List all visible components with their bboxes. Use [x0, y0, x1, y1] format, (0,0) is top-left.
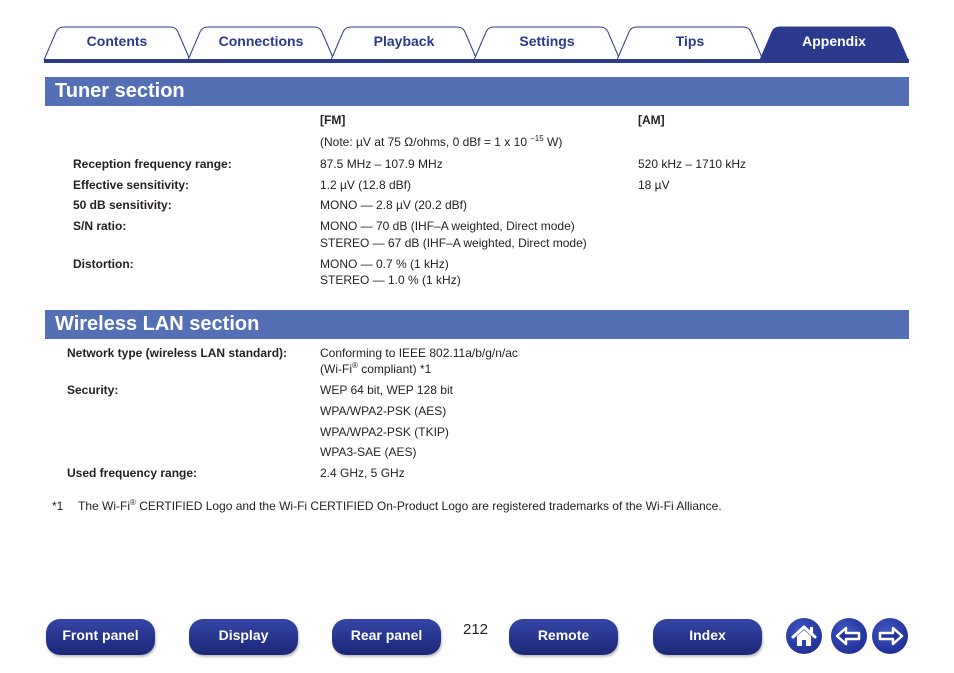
note-text: W) — [543, 135, 563, 149]
footnote-text-part: The Wi-Fi — [78, 499, 130, 513]
spec-value-fm: 87.5 MHz – 107.9 MHz — [320, 157, 443, 171]
rear-panel-button[interactable]: Rear panel — [332, 619, 441, 655]
forward-button[interactable] — [872, 618, 908, 654]
spec-value: WPA3-SAE (AES) — [320, 445, 417, 459]
spec-value-am: 18 µV — [638, 178, 670, 192]
spec-value-fm: STEREO — 67 dB (IHF–A weighted, Direct m… — [320, 236, 587, 250]
spec-label: S/N ratio: — [73, 219, 127, 233]
spec-value: 2.4 GHz, 5 GHz — [320, 466, 405, 480]
section-title: Tuner section — [55, 80, 185, 102]
spec-label: Reception frequency range: — [73, 157, 232, 171]
tab-label: Appendix — [802, 33, 866, 49]
fm-note: (Note: µV at 75 Ω/ohms, 0 dBf = 1 x 10 –… — [320, 134, 563, 150]
spec-value-fm: MONO — 70 dB (IHF–A weighted, Direct mod… — [320, 219, 575, 233]
spec-value-fm: MONO — 2.8 µV (20.2 dBf) — [320, 198, 467, 212]
wlan-section-header: Wireless LAN section — [45, 310, 909, 339]
spec-value: (Wi-Fi® compliant) *1 — [320, 362, 432, 377]
spec-value-fm: STEREO — 1.0 % (1 kHz) — [320, 273, 461, 287]
spec-value-fm: MONO — 0.7 % (1 kHz) — [320, 257, 449, 271]
tab-tips[interactable]: Tips — [616, 26, 764, 61]
section-title: Wireless LAN section — [55, 313, 260, 335]
home-button[interactable] — [786, 618, 822, 654]
tab-playback[interactable]: Playback — [330, 26, 478, 61]
spec-value: WPA/WPA2-PSK (TKIP) — [320, 425, 449, 439]
button-label: Index — [689, 627, 726, 643]
note-text: (Note: µV at 75 Ω/ohms, 0 dBf = 1 x 10 — [320, 135, 531, 149]
spec-label: Used frequency range: — [67, 466, 198, 480]
am-column-header: [AM] — [638, 113, 665, 127]
tab-label: Playback — [373, 33, 435, 49]
page-number: 212 — [463, 621, 489, 638]
tab-underline — [44, 59, 909, 63]
spec-label: 50 dB sensitivity: — [73, 198, 172, 212]
spec-value: WEP 64 bit, WEP 128 bit — [320, 383, 453, 397]
spec-label: Distortion: — [73, 257, 134, 271]
spec-label: Security: — [67, 383, 119, 397]
arrow-left-icon — [835, 626, 861, 646]
tuner-section-header: Tuner section — [45, 77, 909, 106]
spec-value-am: 520 kHz – 1710 kHz — [638, 157, 747, 171]
remote-button[interactable]: Remote — [509, 619, 618, 655]
display-button[interactable]: Display — [189, 619, 298, 655]
front-panel-button[interactable]: Front panel — [46, 619, 155, 655]
fm-column-header: [FM] — [320, 113, 346, 127]
tab-contents[interactable]: Contents — [43, 26, 191, 61]
footnote-ref: *1 — [419, 362, 432, 376]
spec-value: WPA/WPA2-PSK (AES) — [320, 404, 447, 418]
spec-value-fm: 1.2 µV (12.8 dBf) — [320, 178, 411, 192]
spec-label: Effective sensitivity: — [73, 178, 190, 192]
value-text: (Wi-Fi — [320, 362, 352, 376]
back-button[interactable] — [831, 618, 867, 654]
footnote-marker: *1 — [52, 499, 64, 513]
tab-label: Connections — [218, 33, 304, 49]
tab-connections[interactable]: Connections — [187, 26, 335, 61]
tab-bar: Contents Connections Playback Settings T… — [43, 26, 909, 62]
tab-label: Settings — [519, 33, 575, 49]
button-label: Rear panel — [350, 627, 423, 643]
tab-label: Tips — [675, 33, 705, 49]
value-text: compliant) — [357, 362, 420, 376]
footnote-text: The Wi-Fi® CERTIFIED Logo and the Wi-Fi … — [78, 499, 722, 514]
note-exponent: –15 — [530, 134, 544, 143]
spec-label: Network type (wireless LAN standard): — [67, 346, 288, 360]
tab-appendix[interactable]: Appendix — [759, 26, 909, 61]
arrow-right-icon — [878, 626, 904, 646]
tab-settings[interactable]: Settings — [473, 26, 621, 61]
button-label: Front panel — [62, 627, 139, 643]
footnote-text-part: CERTIFIED Logo and the Wi-Fi CERTIFIED O… — [135, 499, 722, 513]
button-label: Remote — [537, 627, 590, 643]
spec-value: Conforming to IEEE 802.11a/b/g/n/ac — [320, 346, 518, 360]
index-button[interactable]: Index — [653, 619, 762, 655]
home-icon — [791, 625, 817, 646]
tab-label: Contents — [86, 33, 148, 49]
button-label: Display — [218, 627, 269, 643]
